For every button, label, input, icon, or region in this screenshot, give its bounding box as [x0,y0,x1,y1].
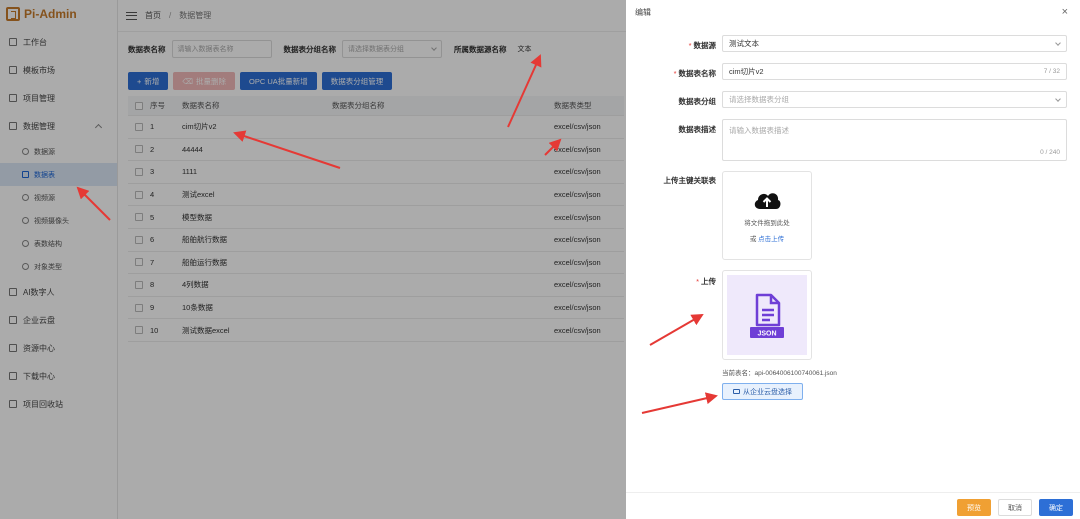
chevron-down-icon [1055,95,1061,102]
edit-drawer: 编辑 × * 数据源 测试文本 * 数据表名称 cim切片v2 7 / 32 数据表… [626,0,1080,519]
current-file-name: 当前表名：api-0064006100740061.json [722,370,837,377]
upload-dropzone[interactable]: 将文件拖到此处 或 点击上传 [722,171,812,260]
source-label: * 数据源 [688,41,716,50]
upload-label: * 上传 [696,277,716,286]
file-type-badge: JSON [757,331,776,338]
name-label: * 数据表名称 [673,69,716,78]
input-value: cim切片v2 [729,67,764,76]
data-source-select[interactable]: 测试文本 [722,35,1067,52]
confirm-button[interactable]: 确定 [1039,499,1073,516]
select-value: 测试文本 [729,39,759,48]
drawer-footer: 预览 取消 确定 [626,492,1080,519]
table-name-input[interactable]: cim切片v2 7 / 32 [722,63,1067,80]
cloud-upload-icon [754,192,781,209]
button-label: 从企业云盘选择 [743,388,792,396]
folder-icon [733,389,740,394]
select-from-cloud-button[interactable]: 从企业云盘选择 [722,383,803,400]
upload-hint: 将文件拖到此处 [744,219,790,227]
description-textarea[interactable]: 请输入数据表描述 0 / 240 [722,119,1067,161]
group-label: 数据表分组 [678,97,717,106]
desc-label: 数据表描述 [678,125,717,134]
close-icon[interactable]: × [1062,6,1068,18]
select-placeholder: 请选择数据表分组 [729,95,789,104]
chevron-down-icon [1055,39,1061,46]
upload-link-line: 或 点击上传 [749,235,785,243]
uploaded-file-card[interactable]: JSON [722,270,812,360]
table-group-select[interactable]: 请选择数据表分组 [722,91,1067,108]
drawer-overlay[interactable] [0,0,626,519]
json-file-icon: JSON [750,293,784,338]
click-upload-link[interactable]: 点击上传 [758,236,784,243]
cancel-button[interactable]: 取消 [998,499,1032,516]
drawer-title: 编辑 [635,8,651,17]
textarea-placeholder: 请输入数据表描述 [729,126,789,135]
preview-button[interactable]: 预览 [957,499,991,516]
upload-related-label: 上传主键关联表 [663,176,717,185]
char-counter: 0 / 240 [1040,149,1060,156]
file-preview: JSON [727,275,807,355]
char-counter: 7 / 32 [1043,68,1060,75]
